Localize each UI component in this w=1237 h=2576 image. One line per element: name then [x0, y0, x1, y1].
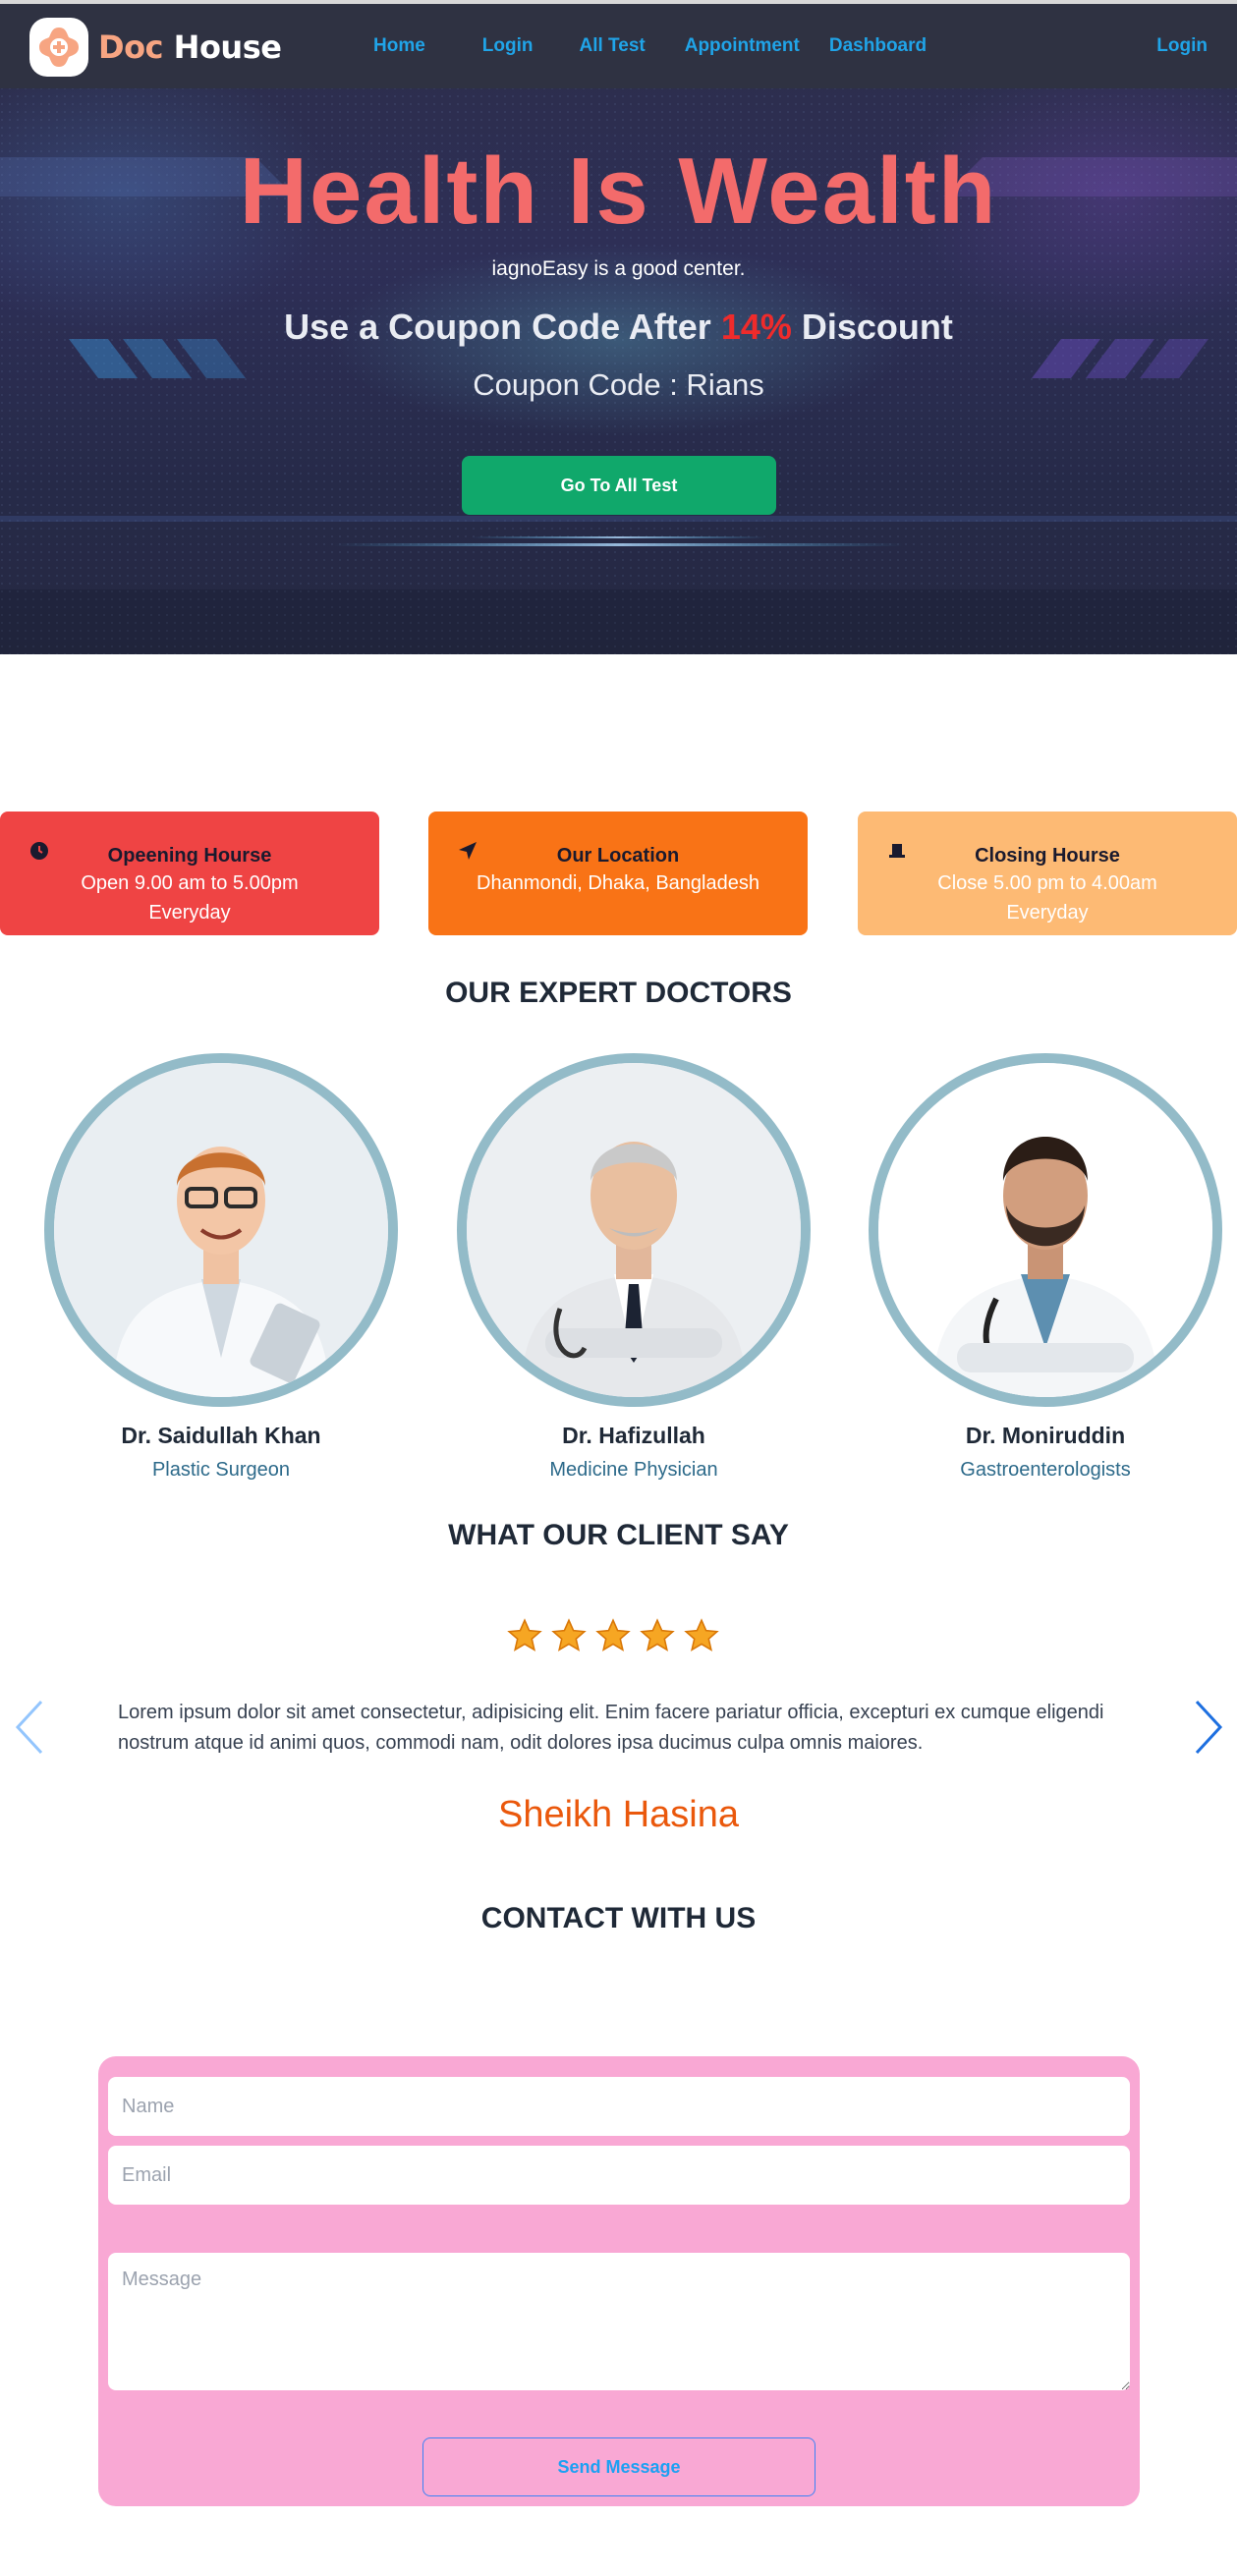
email-input[interactable] [108, 2146, 1130, 2205]
coupon-code: Coupon Code : Rians [473, 367, 764, 402]
testimonial-section-title: WHAT OUR CLIENT SAY [448, 1519, 789, 1551]
star-icon [640, 1618, 675, 1652]
star-icon [507, 1618, 542, 1652]
card-line-1: Dhanmondi, Dhaka, Bangladesh [477, 872, 759, 894]
nav-login-right[interactable]: Login [1156, 35, 1208, 57]
star-icon [551, 1618, 587, 1652]
card-line-1: Close 5.00 pm to 4.00am [937, 872, 1157, 894]
doctors-section-title: OUR EXPERT DOCTORS [445, 977, 792, 1009]
message-textarea[interactable] [108, 2253, 1130, 2390]
card-title: Closing Hourse [975, 845, 1120, 867]
doctor-name: Dr. Moniruddin [965, 1423, 1126, 1448]
nav-links: Home Login All Test Appointment Dashboar… [373, 35, 956, 57]
nav-dashboard[interactable]: Dashboard [829, 35, 927, 57]
nav-all-test[interactable]: All Test [580, 35, 646, 57]
brand-logo[interactable]: Doc House [29, 18, 282, 77]
prev-arrow-icon[interactable] [12, 1698, 47, 1757]
nav-login[interactable]: Login [482, 35, 534, 57]
hero-banner: Health Is Wealth iagnoEasy is a good cen… [0, 0, 1237, 654]
brand-house: House [173, 28, 282, 66]
brand-doc: Doc [98, 28, 164, 66]
rating-stars [506, 1617, 720, 1654]
closing-hours-card: Closing Hourse Close 5.00 pm to 4.00am E… [858, 812, 1237, 935]
doctor-card[interactable]: Dr. Hafizullah Medicine Physician [457, 1053, 811, 1482]
doctor-card[interactable]: Dr. Saidullah Khan Plastic Surgeon [44, 1053, 398, 1482]
client-name: Sheikh Hasina [497, 1794, 740, 1835]
hero-title: Health Is Wealth [239, 139, 998, 244]
star-icon [595, 1618, 631, 1652]
card-line-1: Open 9.00 am to 5.00pm [81, 872, 299, 894]
brand-name: Doc House [98, 28, 282, 66]
next-arrow-icon[interactable] [1191, 1698, 1226, 1757]
card-line-2: Everyday [1006, 902, 1089, 924]
card-title: Opeening Hourse [107, 845, 272, 867]
location-card: Our Location Dhanmondi, Dhaka, Banglades… [428, 812, 808, 935]
doctor-role: Plastic Surgeon [151, 1459, 291, 1481]
send-message-button[interactable]: Send Message [422, 2437, 815, 2496]
doctor-photo [44, 1053, 398, 1407]
opening-hours-card: Opeening Hourse Open 9.00 am to 5.00pm E… [0, 812, 379, 935]
logo-icon [29, 18, 88, 77]
doctor-photo [869, 1053, 1222, 1407]
contact-section-title: CONTACT WITH US [480, 1902, 757, 1934]
doctor-photo [457, 1053, 811, 1407]
nav-appointment[interactable]: Appointment [685, 35, 800, 57]
testimonial-text: Lorem ipsum dolor sit amet consectetur, … [118, 1702, 1104, 1754]
card-title: Our Location [556, 845, 680, 867]
doctor-role: Gastroenterologists [960, 1459, 1131, 1481]
doctor-name: Dr. Hafizullah [562, 1423, 705, 1448]
doctor-card[interactable]: Dr. Moniruddin Gastroenterologists [869, 1053, 1222, 1482]
coupon-headline: Use a Coupon Code After 14% Discount [0, 307, 1237, 348]
doctor-name: Dr. Saidullah Khan [121, 1423, 321, 1448]
name-input[interactable] [108, 2077, 1130, 2136]
nav-home[interactable]: Home [373, 35, 425, 57]
coupon-suffix: Discount [801, 307, 953, 347]
star-icon [684, 1618, 719, 1652]
hero-subtitle: iagnoEasy is a good center. [491, 257, 746, 280]
card-line-2: Everyday [148, 902, 231, 924]
coupon-percent: 14% [720, 307, 792, 347]
doctor-role: Medicine Physician [549, 1459, 718, 1481]
navbar: Doc House Home Login All Test Appointmen… [0, 0, 1237, 88]
contact-form: Send Message [98, 2056, 1140, 2506]
go-to-all-test-button[interactable]: Go To All Test [462, 456, 776, 515]
coupon-prefix: Use a Coupon Code After [284, 307, 711, 347]
